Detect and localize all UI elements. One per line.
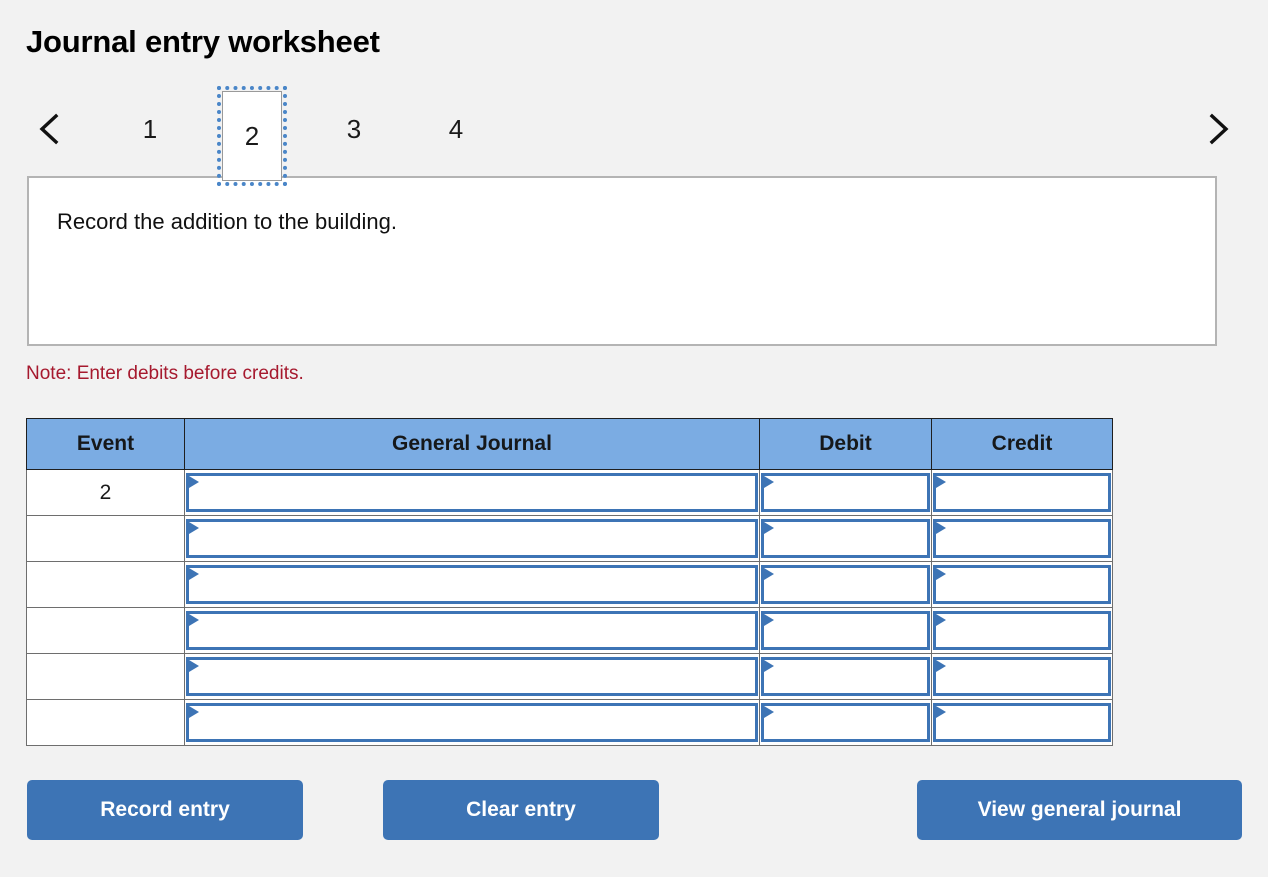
general-journal-cell[interactable] [184, 469, 760, 516]
record-entry-button[interactable]: Record entry [27, 780, 303, 840]
worksheet-tab-strip: 1 2 3 4 [26, 86, 1242, 186]
worksheet-tab-2-label: 2 [244, 120, 260, 151]
event-number-cell [26, 653, 185, 700]
debit-cell[interactable] [759, 469, 932, 516]
worksheet-tab-2[interactable]: 2 [217, 86, 287, 186]
view-general-journal-button[interactable]: View general journal [917, 780, 1242, 840]
table-header-row: Event General Journal Debit Credit [26, 418, 1113, 470]
debit-input-2[interactable] [761, 519, 930, 558]
worksheet-tab-3[interactable]: 3 [324, 92, 384, 166]
credit-cell[interactable] [931, 653, 1113, 700]
worksheet-tab-1[interactable]: 1 [120, 92, 180, 166]
dropdown-triangle-icon [936, 568, 946, 580]
credit-cell[interactable] [931, 607, 1113, 654]
dropdown-triangle-icon [764, 476, 774, 488]
debit-input-1[interactable] [761, 473, 930, 512]
debit-cell[interactable] [759, 607, 932, 654]
dropdown-triangle-icon [764, 706, 774, 718]
dropdown-triangle-icon [936, 706, 946, 718]
event-number-cell [26, 699, 185, 746]
general-journal-cell[interactable] [184, 515, 760, 562]
dropdown-triangle-icon [764, 522, 774, 534]
credit-input-3[interactable] [933, 565, 1111, 604]
event-number-cell: 2 [26, 469, 185, 516]
credit-cell[interactable] [931, 515, 1113, 562]
dropdown-triangle-icon [936, 476, 946, 488]
column-header-credit: Credit [931, 418, 1113, 470]
column-header-debit: Debit [759, 418, 932, 470]
dropdown-triangle-icon [189, 522, 199, 534]
dropdown-triangle-icon [764, 568, 774, 580]
clear-entry-button[interactable]: Clear entry [383, 780, 659, 840]
general-journal-input-3[interactable] [186, 565, 758, 604]
event-number-cell [26, 607, 185, 654]
chevron-left-icon [36, 112, 62, 146]
credit-input-4[interactable] [933, 611, 1111, 650]
debit-cell[interactable] [759, 699, 932, 746]
debit-cell[interactable] [759, 653, 932, 700]
credit-cell[interactable] [931, 699, 1113, 746]
general-journal-input-5[interactable] [186, 657, 758, 696]
debits-before-credits-note: Note: Enter debits before credits. [26, 363, 304, 384]
table-row: 2 [26, 469, 1113, 516]
page-title: Journal entry worksheet [26, 24, 380, 59]
column-header-event: Event [26, 418, 185, 470]
dropdown-triangle-icon [189, 476, 199, 488]
dropdown-triangle-icon [189, 660, 199, 672]
entry-prompt-box: Record the addition to the building. [27, 176, 1217, 346]
table-row [26, 699, 1113, 746]
table-row [26, 607, 1113, 654]
worksheet-tab-4-label: 4 [448, 113, 464, 144]
column-header-general-journal: General Journal [184, 418, 760, 470]
credit-input-6[interactable] [933, 703, 1111, 742]
event-number-cell [26, 561, 185, 608]
debit-input-6[interactable] [761, 703, 930, 742]
event-number-cell [26, 515, 185, 562]
chevron-right-icon [1206, 112, 1232, 146]
general-journal-cell[interactable] [184, 561, 760, 608]
dropdown-triangle-icon [189, 614, 199, 626]
general-journal-input-4[interactable] [186, 611, 758, 650]
table-row [26, 515, 1113, 562]
dropdown-triangle-icon [764, 614, 774, 626]
dropdown-triangle-icon [764, 660, 774, 672]
debit-cell[interactable] [759, 515, 932, 562]
entry-prompt-text: Record the addition to the building. [57, 209, 398, 234]
dropdown-triangle-icon [936, 660, 946, 672]
general-journal-cell[interactable] [184, 607, 760, 654]
debit-input-4[interactable] [761, 611, 930, 650]
general-journal-cell[interactable] [184, 699, 760, 746]
credit-cell[interactable] [931, 561, 1113, 608]
general-journal-cell[interactable] [184, 653, 760, 700]
credit-input-2[interactable] [933, 519, 1111, 558]
worksheet-tab-1-label: 1 [142, 113, 158, 144]
general-journal-input-6[interactable] [186, 703, 758, 742]
credit-input-1[interactable] [933, 473, 1111, 512]
debit-input-3[interactable] [761, 565, 930, 604]
worksheet-tab-4[interactable]: 4 [426, 92, 486, 166]
table-row [26, 561, 1113, 608]
general-journal-input-1[interactable] [186, 473, 758, 512]
next-entry-button[interactable] [1196, 92, 1242, 166]
debit-cell[interactable] [759, 561, 932, 608]
general-journal-input-2[interactable] [186, 519, 758, 558]
credit-input-5[interactable] [933, 657, 1111, 696]
dropdown-triangle-icon [189, 568, 199, 580]
dropdown-triangle-icon [936, 614, 946, 626]
debit-input-5[interactable] [761, 657, 930, 696]
worksheet-tab-3-label: 3 [346, 113, 362, 144]
table-row [26, 653, 1113, 700]
dropdown-triangle-icon [936, 522, 946, 534]
journal-entry-table: Event General Journal Debit Credit 2 [26, 418, 1113, 746]
previous-entry-button[interactable] [26, 92, 72, 166]
dropdown-triangle-icon [189, 706, 199, 718]
credit-cell[interactable] [931, 469, 1113, 516]
